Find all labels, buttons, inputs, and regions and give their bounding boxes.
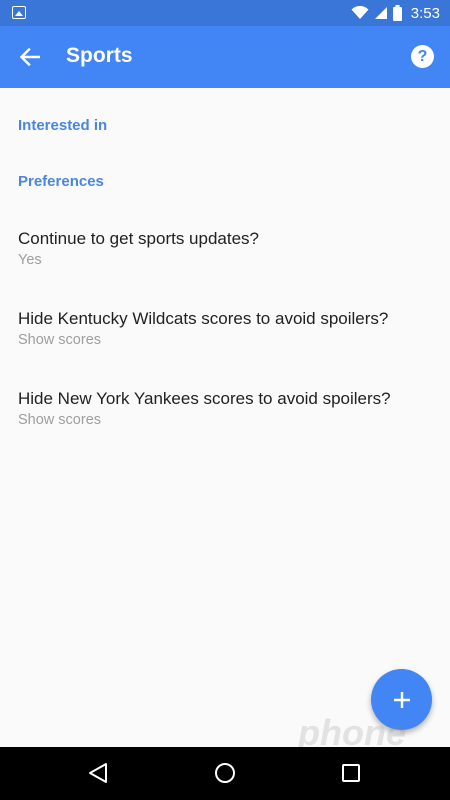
plus-icon [393, 691, 410, 708]
nav-back-button[interactable] [86, 761, 110, 785]
back-triangle-icon [89, 763, 107, 783]
pref-item-sports-updates[interactable]: Continue to get sports updates? Yes [0, 229, 450, 268]
app-bar: Sports ? [0, 26, 450, 88]
navigation-bar [0, 747, 450, 800]
pref-title: Hide Kentucky Wildcats scores to avoid s… [18, 309, 389, 328]
back-button[interactable] [14, 41, 46, 73]
battery-icon [392, 5, 402, 21]
wifi-icon [351, 6, 369, 19]
cell-signal-icon [374, 7, 387, 19]
status-time: 3:53 [410, 4, 440, 22]
section-header-interested-in: Interested in [18, 117, 108, 134]
arrow-left-icon [20, 48, 40, 66]
page-title: Sports [66, 44, 133, 67]
pref-summary: Show scores [18, 332, 102, 348]
status-bar: 3:53 [0, 0, 450, 26]
status-icons: 3:53 [351, 0, 450, 26]
pref-summary: Yes [18, 252, 42, 268]
pref-title: Continue to get sports updates? [18, 229, 259, 248]
pref-summary: Show scores [18, 412, 102, 428]
section-header-preferences: Preferences [18, 173, 104, 190]
nav-recents-button[interactable] [339, 761, 363, 785]
recents-square-icon [342, 764, 360, 782]
help-button[interactable]: ? [411, 45, 434, 68]
nav-home-button[interactable] [213, 761, 237, 785]
pref-item-kentucky-wildcats[interactable]: Hide Kentucky Wildcats scores to avoid s… [0, 309, 450, 348]
pref-title: Hide New York Yankees scores to avoid sp… [18, 389, 391, 408]
gallery-icon [12, 6, 26, 19]
pref-item-new-york-yankees[interactable]: Hide New York Yankees scores to avoid sp… [0, 389, 450, 428]
help-icon: ? [417, 47, 428, 65]
home-circle-icon [215, 763, 235, 783]
add-button[interactable] [371, 669, 432, 730]
